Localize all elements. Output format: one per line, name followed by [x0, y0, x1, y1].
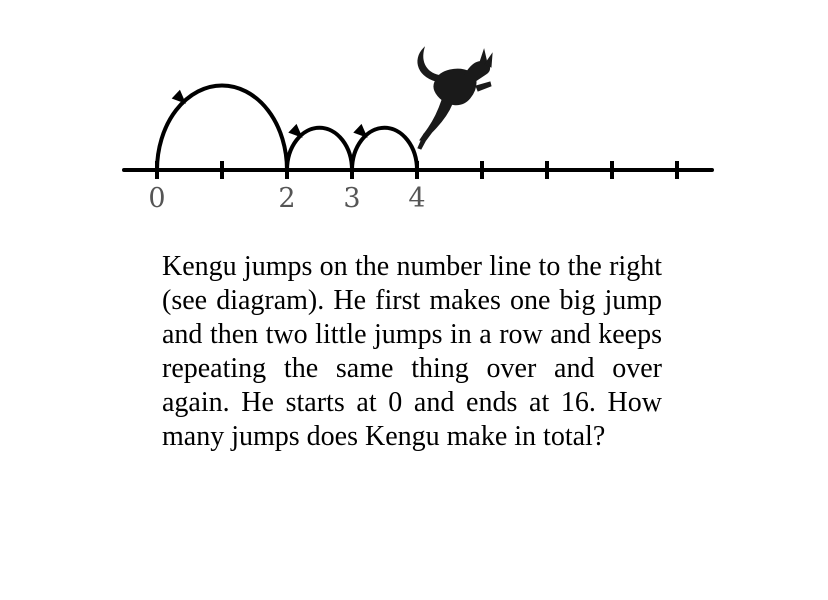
tick-label: 2 — [278, 183, 295, 214]
tick-label: 4 — [408, 183, 425, 214]
jump-arrowhead — [353, 123, 368, 138]
jump-arrowhead — [171, 89, 186, 104]
tick-label: 0 — [148, 183, 165, 214]
tick-labels: 0 2 3 4 — [148, 183, 425, 214]
tick-label: 3 — [343, 183, 360, 214]
number-line-diagram: 0 2 3 4 — [122, 46, 714, 214]
kangaroo-icon — [417, 46, 493, 150]
jump-arrowhead — [288, 123, 303, 138]
problem-text: Kengu jumps on the number line to the ri… — [162, 251, 662, 452]
jump-arcs — [155, 83, 419, 171]
